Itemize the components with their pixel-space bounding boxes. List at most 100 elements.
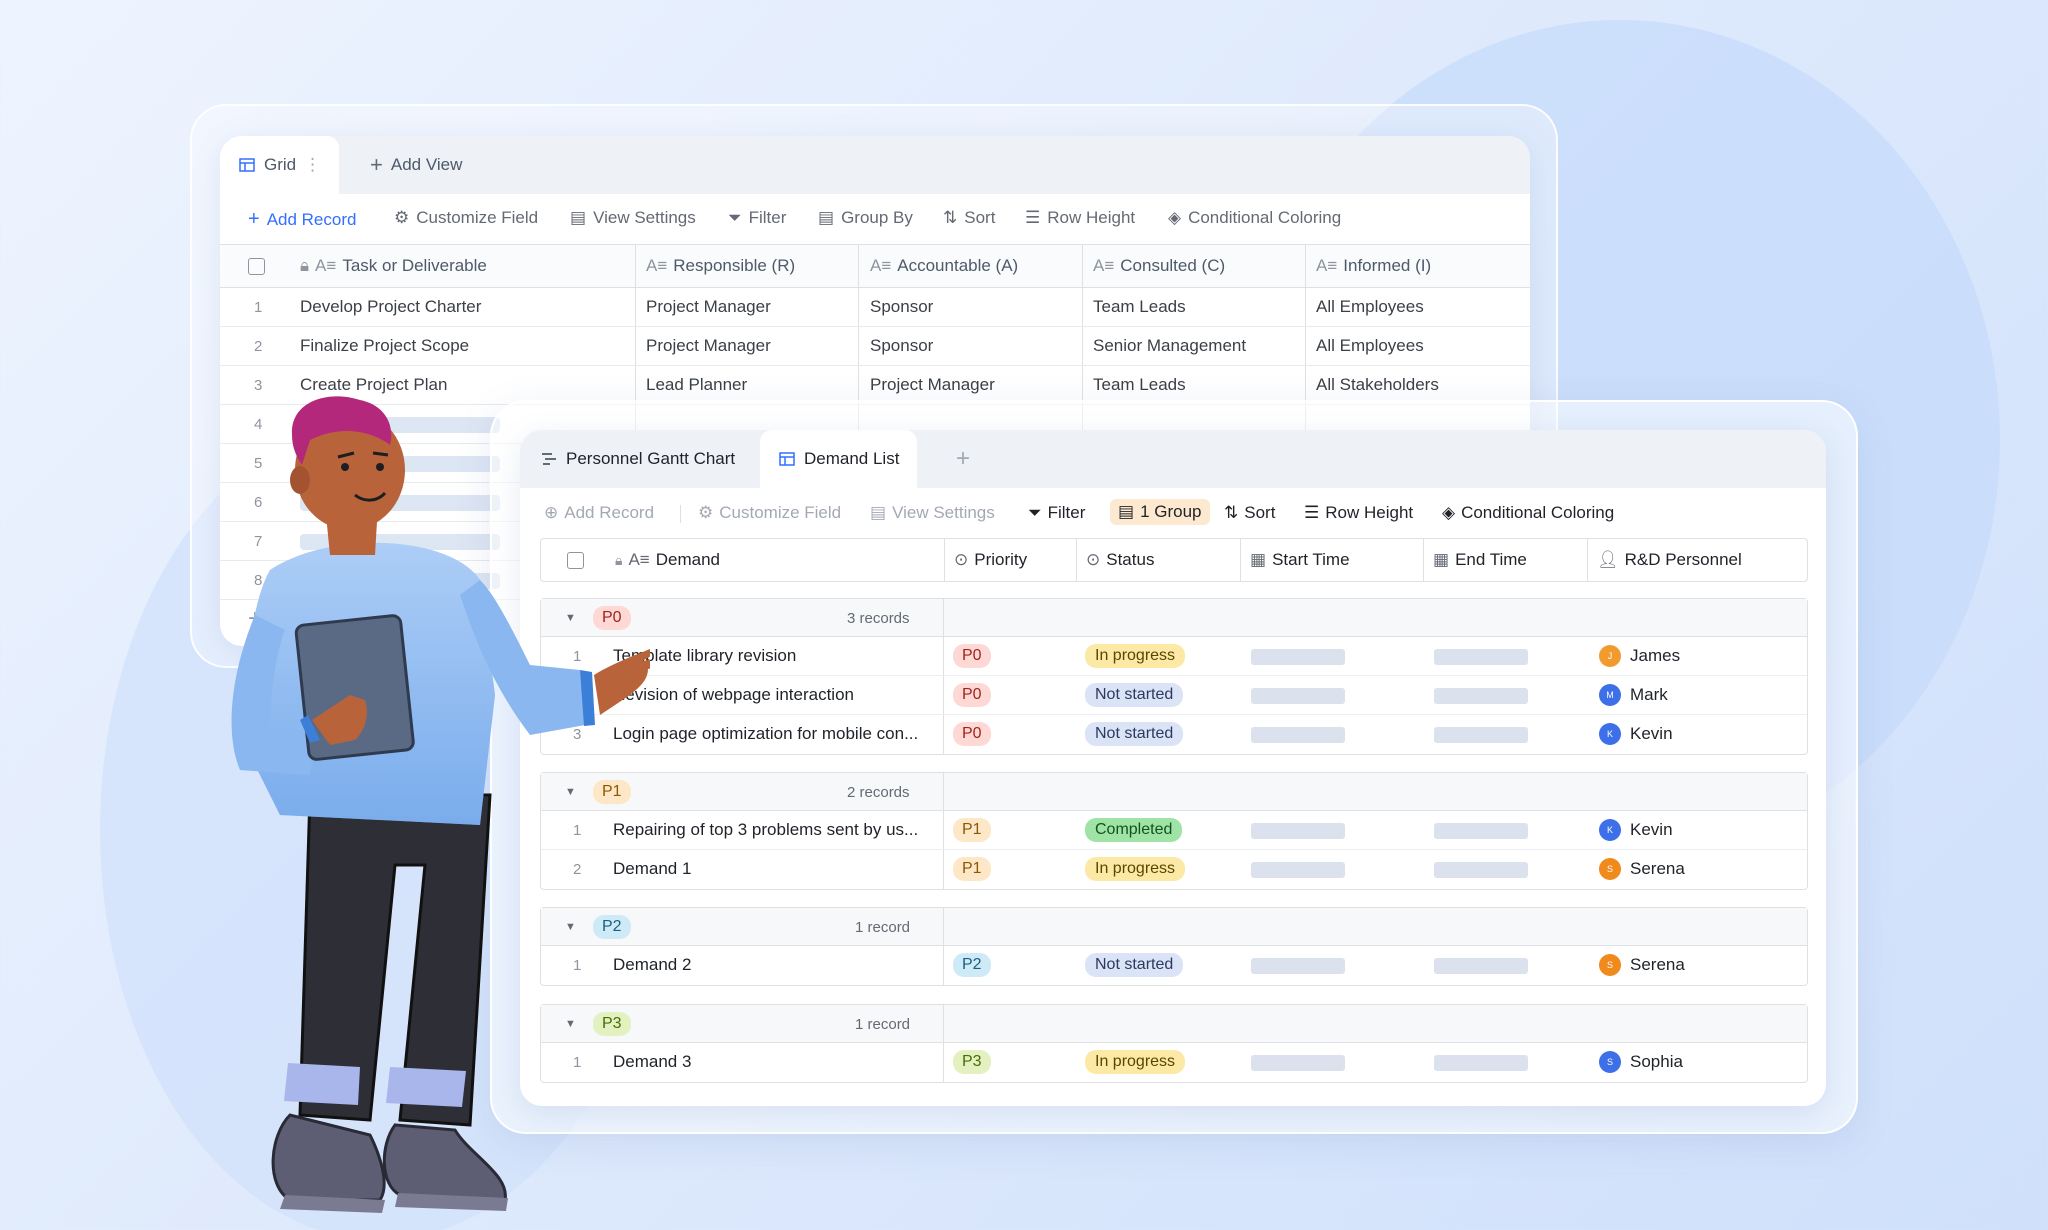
column-header-task-label: Task or Deliverable	[342, 256, 487, 275]
start-time-placeholder[interactable]	[1251, 823, 1345, 839]
column-header-accountable[interactable]: A≡ Accountable (A)	[870, 245, 1018, 287]
column-header-status[interactable]: ⊙ Status	[1086, 539, 1154, 581]
accountable-cell[interactable]: Sponsor	[870, 327, 933, 365]
start-time-placeholder[interactable]	[1251, 1055, 1345, 1071]
task-cell[interactable]: Develop Project Charter	[300, 288, 481, 326]
column-divider	[943, 1005, 944, 1042]
end-time-placeholder[interactable]	[1434, 823, 1528, 839]
column-divider	[943, 946, 944, 985]
personnel-name: Kevin	[1630, 820, 1673, 839]
priority-cell[interactable]: P3	[953, 1043, 991, 1081]
status-cell[interactable]: Not started	[1085, 676, 1184, 714]
filter-button[interactable]: ⏷ Filter	[728, 208, 786, 228]
group-header[interactable]: ▼ P2 1 record	[541, 908, 1807, 946]
responsible-cell[interactable]: Lead Planner	[646, 366, 747, 404]
informed-cell[interactable]: All Employees	[1316, 327, 1424, 365]
conditional-coloring-button[interactable]: ◈ Conditional Coloring	[1442, 503, 1614, 523]
group-header[interactable]: ▼ P1 2 records	[541, 773, 1807, 811]
personnel-cell[interactable]: M Mark	[1599, 676, 1668, 714]
column-header-rd-personnel[interactable]: 👤︎ R&D Personnel	[1597, 539, 1742, 581]
customize-field-button[interactable]: ⚙ Customize Field	[394, 208, 538, 228]
table-row[interactable]: 2 Revision of webpage interaction P0 Not…	[541, 676, 1807, 715]
group-header[interactable]: ▼ P3 1 record	[541, 1005, 1807, 1043]
priority-cell[interactable]: P0	[953, 715, 991, 753]
status-cell[interactable]: In progress	[1085, 1043, 1186, 1081]
avatar: M	[1599, 684, 1621, 706]
consulted-cell[interactable]: Team Leads	[1093, 366, 1186, 404]
view-settings-button[interactable]: ▤ View Settings	[870, 503, 995, 523]
end-time-placeholder[interactable]	[1434, 649, 1528, 665]
priority-cell[interactable]: P2	[953, 946, 991, 984]
filter-button[interactable]: ⏷ Filter	[1028, 503, 1085, 523]
personnel-cell[interactable]: S Serena	[1599, 946, 1685, 984]
end-time-placeholder[interactable]	[1434, 1055, 1528, 1071]
accountable-cell[interactable]: Sponsor	[870, 288, 933, 326]
column-header-informed[interactable]: A≡ Informed (I)	[1316, 245, 1431, 287]
tab-demand-list[interactable]: Demand List	[760, 430, 918, 488]
informed-cell[interactable]: All Stakeholders	[1316, 366, 1439, 404]
start-time-placeholder[interactable]	[1251, 958, 1345, 974]
table-row[interactable]: 2 Finalize Project Scope Project Manager…	[220, 327, 1530, 366]
start-time-placeholder[interactable]	[1251, 862, 1345, 878]
column-header-priority[interactable]: ⊙ Priority	[954, 539, 1027, 581]
view-settings-button[interactable]: ▤ View Settings	[570, 208, 696, 228]
column-header-responsible[interactable]: A≡ Responsible (R)	[646, 245, 795, 287]
group-button[interactable]: ▤ 1 Group	[1110, 499, 1210, 525]
table-row[interactable]: 3 Login page optimization for mobile con…	[541, 715, 1807, 754]
consulted-cell[interactable]: Team Leads	[1093, 288, 1186, 326]
add-view-button[interactable]: + Add View	[370, 136, 462, 194]
row-height-button[interactable]: ☰ Row Height	[1025, 208, 1135, 228]
table-row[interactable]: 1 Develop Project Charter Project Manage…	[220, 288, 1530, 327]
add-view-button[interactable]: +	[956, 430, 970, 488]
task-cell[interactable]: Finalize Project Scope	[300, 327, 469, 365]
status-cell[interactable]: Not started	[1085, 715, 1184, 753]
table-row[interactable]: 1 Template library revision P0 In progre…	[541, 637, 1807, 676]
priority-cell[interactable]: P0	[953, 676, 991, 714]
start-time-placeholder[interactable]	[1251, 649, 1345, 665]
personnel-cell[interactable]: J James	[1599, 637, 1680, 675]
end-time-placeholder[interactable]	[1434, 727, 1528, 743]
personnel-cell[interactable]: S Sophia	[1599, 1043, 1683, 1081]
personnel-cell[interactable]: K Kevin	[1599, 715, 1673, 753]
table-row[interactable]: 1 Repairing of top 3 problems sent by us…	[541, 811, 1807, 850]
status-cell[interactable]: Not started	[1085, 946, 1184, 984]
customize-field-button[interactable]: ⚙ Customize Field	[698, 503, 841, 523]
status-cell[interactable]: Completed	[1085, 811, 1183, 849]
select-all-checkbox[interactable]	[248, 245, 265, 287]
sort-button[interactable]: ⇅ Sort	[1224, 503, 1275, 523]
column-header-end-time[interactable]: ▦ End Time	[1433, 539, 1527, 581]
personnel-cell[interactable]: K Kevin	[1599, 811, 1673, 849]
start-time-placeholder[interactable]	[1251, 688, 1345, 704]
conditional-coloring-button[interactable]: ◈ Conditional Coloring	[1168, 208, 1341, 228]
end-time-placeholder[interactable]	[1434, 958, 1528, 974]
demand-cell[interactable]: Repairing of top 3 problems sent by us..…	[613, 811, 918, 849]
end-time-placeholder[interactable]	[1434, 688, 1528, 704]
responsible-cell[interactable]: Project Manager	[646, 288, 771, 326]
column-header-start-time[interactable]: ▦ Start Time	[1250, 539, 1350, 581]
column-header-consulted[interactable]: A≡ Consulted (C)	[1093, 245, 1225, 287]
group-by-button[interactable]: ▤ Group By	[818, 208, 913, 228]
row-height-button[interactable]: ☰ Row Height	[1304, 503, 1413, 523]
end-time-placeholder[interactable]	[1434, 862, 1528, 878]
accountable-cell[interactable]: Project Manager	[870, 366, 995, 404]
column-header-task[interactable]: 🔒︎ A≡ Task or Deliverable	[300, 245, 487, 287]
status-cell[interactable]: In progress	[1085, 850, 1186, 888]
more-icon[interactable]: ⋮	[304, 155, 321, 175]
sort-button[interactable]: ⇅ Sort	[943, 208, 995, 228]
personnel-cell[interactable]: S Serena	[1599, 850, 1685, 888]
priority-cell[interactable]: P1	[953, 850, 991, 888]
status-cell[interactable]: In progress	[1085, 637, 1186, 675]
priority-cell[interactable]: P0	[953, 637, 991, 675]
consulted-cell[interactable]: Senior Management	[1093, 327, 1246, 365]
tab-grid[interactable]: Grid ⋮	[220, 136, 340, 194]
group-header[interactable]: ▼ P0 3 records	[541, 599, 1807, 637]
priority-cell[interactable]: P1	[953, 811, 991, 849]
responsible-cell[interactable]: Project Manager	[646, 327, 771, 365]
start-time-placeholder[interactable]	[1251, 727, 1345, 743]
demand-cell[interactable]: Login page optimization for mobile con..…	[613, 715, 918, 753]
table-row[interactable]: 1 Demand 3 P3 In progress S Sophia	[541, 1043, 1807, 1082]
add-record-button[interactable]: + Add Record	[248, 208, 356, 231]
table-row[interactable]: 1 Demand 2 P2 Not started S Serena	[541, 946, 1807, 985]
table-row[interactable]: 2 Demand 1 P1 In progress S Serena	[541, 850, 1807, 889]
informed-cell[interactable]: All Employees	[1316, 288, 1424, 326]
